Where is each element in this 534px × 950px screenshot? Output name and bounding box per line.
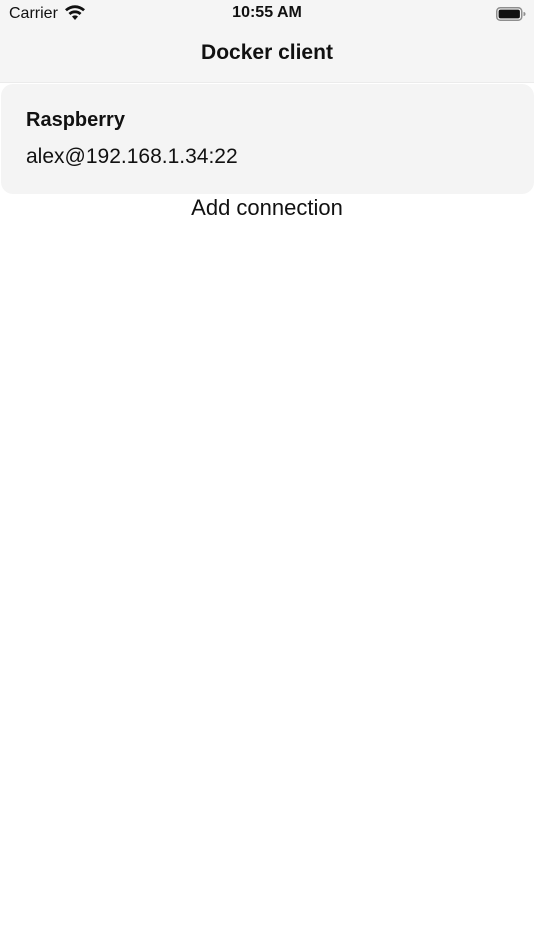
connection-address: alex@192.168.1.34:22 [26, 145, 238, 168]
add-connection-button[interactable]: Add connection [0, 195, 534, 221]
page-title: Docker client [201, 41, 333, 64]
battery-icon [496, 7, 526, 21]
status-bar: Carrier 10:55 AM [0, 0, 534, 28]
navigation-bar: Docker client [0, 28, 534, 83]
connection-name: Raspberry [26, 109, 125, 131]
clock-time: 10:55 AM [232, 4, 302, 21]
connection-item-raspberry[interactable]: Raspberry alex@192.168.1.34:22 [1, 84, 534, 194]
